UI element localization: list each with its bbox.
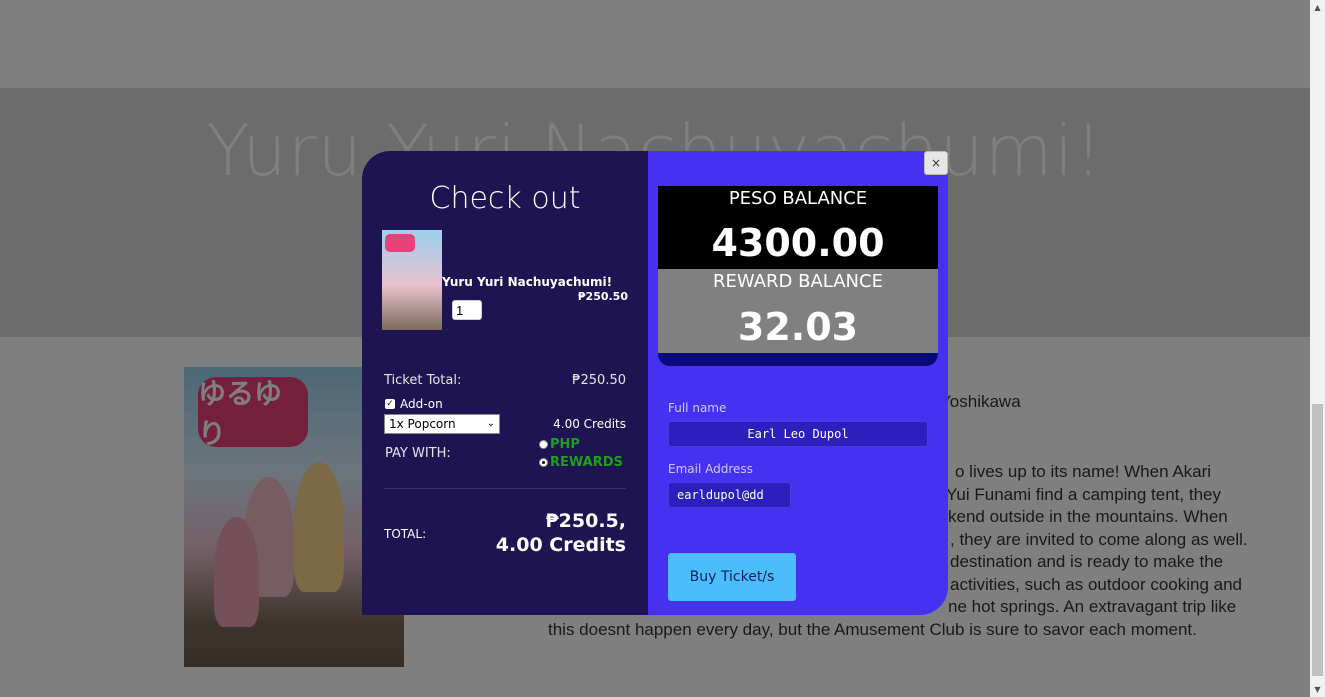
email-label: Email Address — [668, 462, 753, 476]
ticket-total-label: Ticket Total: — [384, 373, 462, 388]
reward-balance-card: REWARD BALANCE 32.03 — [658, 269, 938, 353]
buy-tickets-button[interactable]: Buy Ticket/s — [668, 553, 796, 601]
payment-panel: PESO BALANCE 4300.00 REWARD BALANCE 32.0… — [648, 151, 948, 615]
total-label: TOTAL: — [384, 527, 427, 541]
peso-balance-card: PESO BALANCE 4300.00 — [658, 186, 938, 269]
addon-toggle[interactable]: ✓ Add-on — [385, 397, 443, 411]
movie-price: ₱250.50 — [577, 290, 628, 303]
radio-selected-icon[interactable] — [539, 458, 548, 467]
total-value: ₱250.5, 4.00 Credits — [496, 509, 626, 557]
pay-with-label: PAY WITH: — [385, 446, 451, 461]
peso-balance-value: 4300.00 — [711, 221, 885, 265]
scroll-up-arrow-icon[interactable]: ▲ — [1310, 0, 1325, 15]
balance-card-footer — [658, 353, 938, 366]
email-field[interactable]: earldupol@dd — [668, 482, 791, 508]
pay-option-label: REWARDS — [550, 455, 623, 470]
chevron-down-icon: ⌄ — [486, 418, 495, 429]
reward-balance-value: 32.03 — [737, 305, 859, 349]
quantity-input[interactable] — [452, 300, 482, 320]
checkout-modal: Check out Yuru Yuri Nachuyachumi! ₱250.5… — [362, 151, 948, 615]
peso-balance-label: PESO BALANCE — [728, 188, 868, 209]
movie-name: Yuru Yuri Nachuyachumi! — [442, 275, 613, 289]
total-value-peso: ₱250.5, — [545, 510, 626, 532]
movie-thumbnail — [382, 230, 442, 330]
addon-label: Add-on — [400, 397, 443, 411]
pay-option-label: PHP — [550, 437, 580, 452]
close-button[interactable]: × — [924, 151, 948, 175]
addon-credits: 4.00 Credits — [553, 417, 626, 431]
checkout-title: Check out — [429, 181, 581, 216]
reward-balance-label: REWARD BALANCE — [713, 271, 883, 292]
scroll-down-arrow-icon[interactable]: ▼ — [1310, 682, 1325, 697]
fullname-label: Full name — [668, 401, 727, 415]
addon-select[interactable]: 1x Popcorn ⌄ — [384, 414, 500, 434]
ticket-total-value: ₱250.50 — [572, 373, 626, 388]
page-scrollbar[interactable]: ▲ ▼ — [1310, 0, 1325, 697]
scrollbar-thumb[interactable] — [1312, 404, 1323, 676]
addon-selected-value: 1x Popcorn — [389, 417, 456, 431]
thumbnail-logo — [385, 234, 415, 252]
total-value-credits: 4.00 Credits — [495, 534, 626, 556]
divider — [384, 488, 626, 489]
radio-unselected-icon[interactable] — [539, 440, 548, 449]
pay-option-php[interactable]: PHP — [539, 437, 580, 452]
checkbox-checked-icon[interactable]: ✓ — [385, 399, 395, 409]
checkout-summary-panel: Check out Yuru Yuri Nachuyachumi! ₱250.5… — [362, 151, 648, 615]
pay-option-rewards[interactable]: REWARDS — [539, 455, 623, 470]
fullname-field[interactable]: Earl Leo Dupol — [668, 421, 928, 447]
